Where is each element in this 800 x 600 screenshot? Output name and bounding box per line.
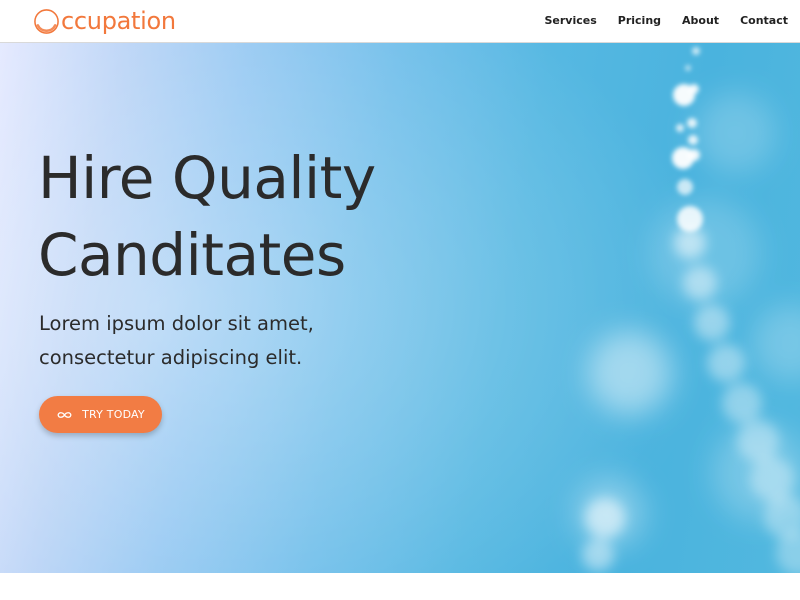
hero-subtext-line2: consectetur adipiscing elit.	[39, 346, 303, 369]
try-today-label: TRY TODAY	[82, 408, 145, 421]
infinity-icon	[57, 411, 72, 418]
hero-headline-line1: Hire Quality	[38, 144, 376, 212]
nav-link-pricing[interactable]: Pricing	[618, 13, 661, 29]
hero-subtext-line1: Lorem ipsum dolor sit amet,	[39, 312, 314, 335]
hero-section: Hire Quality Canditates Lorem ipsum dolo…	[0, 43, 800, 573]
hero-headline: Hire Quality Canditates	[38, 140, 376, 294]
nav-link-contact[interactable]: Contact	[740, 13, 788, 29]
hero-subtext: Lorem ipsum dolor sit amet, consectetur …	[39, 307, 314, 375]
brand-logo[interactable]: ccupation	[33, 5, 176, 37]
below-hero-area	[0, 573, 800, 600]
top-navbar: ccupation Services Pricing About Contact	[0, 0, 800, 43]
try-today-button[interactable]: TRY TODAY	[39, 396, 162, 433]
main-nav: Services Pricing About Contact	[544, 13, 788, 29]
nav-link-services[interactable]: Services	[544, 13, 596, 29]
hero-headline-line2: Canditates	[38, 221, 346, 289]
ring-o-icon	[34, 8, 59, 34]
nav-link-about[interactable]: About	[682, 13, 719, 29]
brand-name: ccupation	[61, 7, 176, 35]
